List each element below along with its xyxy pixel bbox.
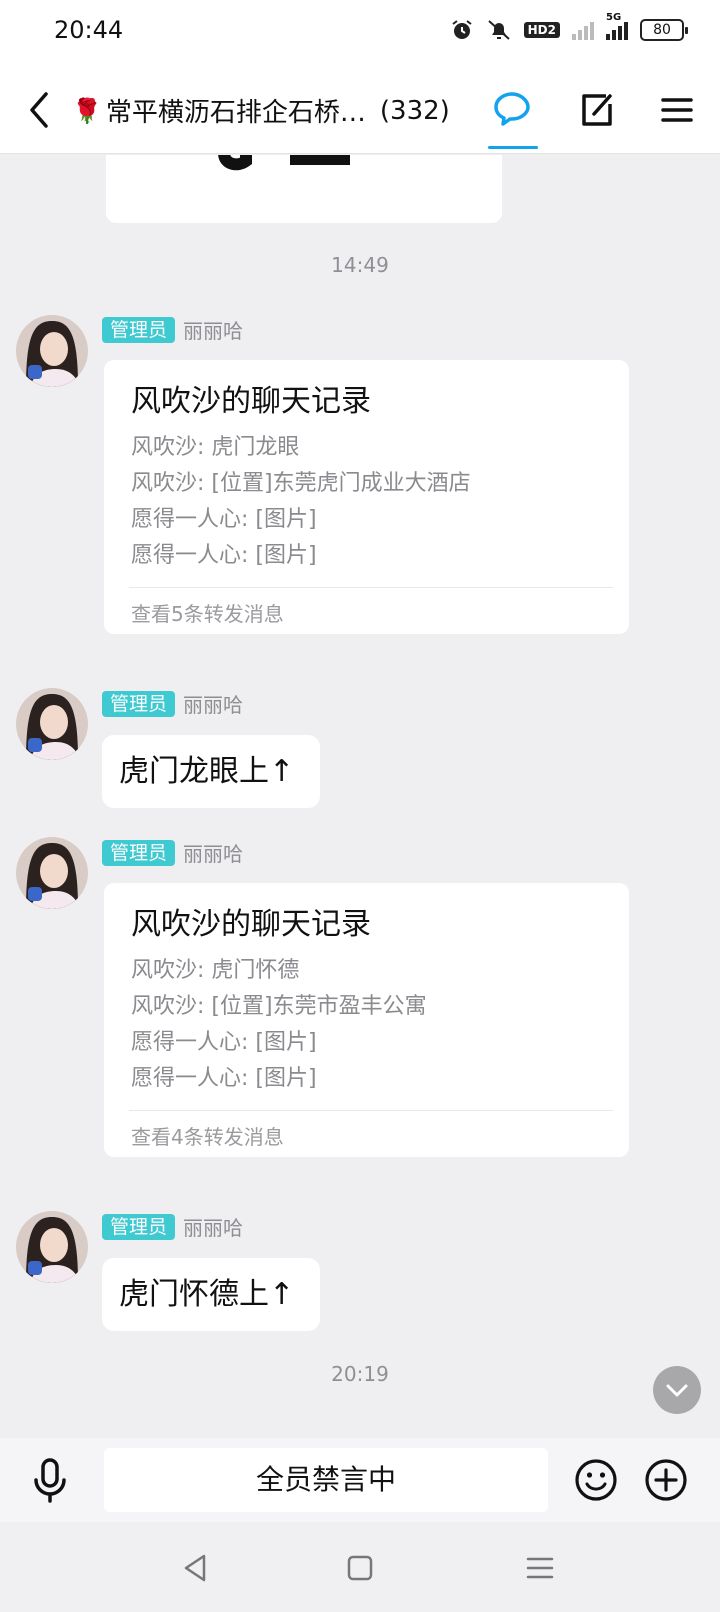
sender-name[interactable]: 丽丽哈 [183,689,243,718]
chat-area[interactable]: 14:49 管理员 丽丽哈 风吹沙的聊天记录 风吹沙: 虎门龙眼 风吹沙: [位… [0,155,720,1438]
forward-footer: 查看5条转发消息 [131,602,284,626]
timestamp: 20:19 [331,1362,389,1386]
sender-name[interactable]: 丽丽哈 [183,315,243,344]
avatar[interactable] [16,688,88,760]
chat-bubble-icon[interactable] [488,86,536,134]
nav-back-icon[interactable] [180,1552,212,1584]
divider [129,587,613,588]
active-tab-indicator [488,146,538,149]
text-message-bubble[interactable]: 虎门怀德上↑ [102,1258,320,1331]
forward-line: 风吹沙: 虎门龙眼 [131,435,300,460]
nav-home-icon[interactable] [344,1552,376,1584]
sender-meta: 管理员 丽丽哈 [102,1212,243,1241]
forward-preview: 风吹沙: 虎门怀德 风吹沙: [位置]东莞市盈丰公寓 愿得一人心: [图片] 愿… [131,953,427,1097]
admin-badge: 管理员 [102,839,176,866]
hd-voice-icon: HD2 [523,22,560,38]
forward-preview: 风吹沙: 虎门龙眼 风吹沙: [位置]东莞虎门成业大酒店 愿得一人心: [图片]… [131,430,471,574]
forward-title: 风吹沙的聊天记录 [131,907,371,942]
status-icons: HD2 5G 80 [450,12,688,42]
divider [129,1110,613,1111]
group-title[interactable]: 🌹 常平横沥石排企石桥… (332) [72,92,450,129]
forward-line: 愿得一人心: [图片] [131,507,317,532]
forward-line: 风吹沙: [位置]东莞虎门成业大酒店 [131,471,471,496]
avatar[interactable] [16,315,88,387]
member-count: (332) [379,95,450,126]
network-label: 5G [606,12,622,23]
mute-bell-icon [487,20,510,40]
forward-line: 风吹沙: 虎门怀德 [131,958,300,983]
forward-title: 风吹沙的聊天记录 [131,384,371,419]
timestamp: 14:49 [331,253,389,277]
avatar-image [16,837,88,909]
forward-line: 风吹沙: [位置]东莞市盈丰公寓 [131,994,427,1019]
avatar-image [16,315,88,387]
text-message-bubble[interactable]: 虎门龙眼上↑ [102,735,320,808]
chat-header: 🌹 常平横沥石排企石桥… (332) [0,66,720,154]
system-navigation-bar [0,1522,720,1612]
microphone-icon[interactable] [30,1456,70,1504]
sender-name[interactable]: 丽丽哈 [183,838,243,867]
forward-line: 愿得一人心: [图片] [131,1066,317,1091]
rose-emoji: 🌹 [72,96,102,125]
alarm-icon [452,20,472,39]
chevron-left-icon[interactable] [20,88,60,132]
scroll-to-bottom-button[interactable] [653,1366,701,1414]
status-time: 20:44 [54,16,124,44]
sender-meta: 管理员 丽丽哈 [102,689,243,718]
avatar-image [16,1211,88,1283]
forward-line: 愿得一人心: [图片] [131,543,317,568]
chevron-down-icon [666,1384,688,1397]
plus-icon[interactable] [644,1458,688,1502]
avatar[interactable] [16,1211,88,1283]
image-fragment [218,155,350,171]
previous-image-message[interactable] [106,155,502,223]
signal-bars-icon [572,20,594,40]
forwarded-chat-card[interactable]: 风吹沙的聊天记录 风吹沙: 虎门怀德 风吹沙: [位置]东莞市盈丰公寓 愿得一人… [104,883,629,1157]
nav-recents-icon[interactable] [524,1552,556,1584]
sender-meta: 管理员 丽丽哈 [102,838,243,867]
emoji-icon[interactable] [574,1458,618,1502]
group-name: 常平横沥石排企石桥… [105,98,366,128]
battery-icon: 80 [640,19,688,41]
avatar[interactable] [16,837,88,909]
admin-badge: 管理员 [102,316,176,343]
admin-badge: 管理员 [102,690,176,717]
menu-icon[interactable] [653,86,701,134]
sender-meta: 管理员 丽丽哈 [102,315,243,344]
avatar-image [16,688,88,760]
input-bar: 全员禁言中 [0,1438,720,1522]
admin-badge: 管理员 [102,1213,176,1240]
forward-line: 愿得一人心: [图片] [131,1030,317,1055]
sender-name[interactable]: 丽丽哈 [183,1212,243,1241]
forward-footer: 查看4条转发消息 [131,1125,284,1149]
status-bar: 20:44 HD2 5G 80 [0,0,720,66]
signal-5g-icon: 5G [606,12,628,40]
edit-icon[interactable] [572,86,620,134]
muted-input-field[interactable]: 全员禁言中 [104,1448,548,1512]
forwarded-chat-card[interactable]: 风吹沙的聊天记录 风吹沙: 虎门龙眼 风吹沙: [位置]东莞虎门成业大酒店 愿得… [104,360,629,634]
